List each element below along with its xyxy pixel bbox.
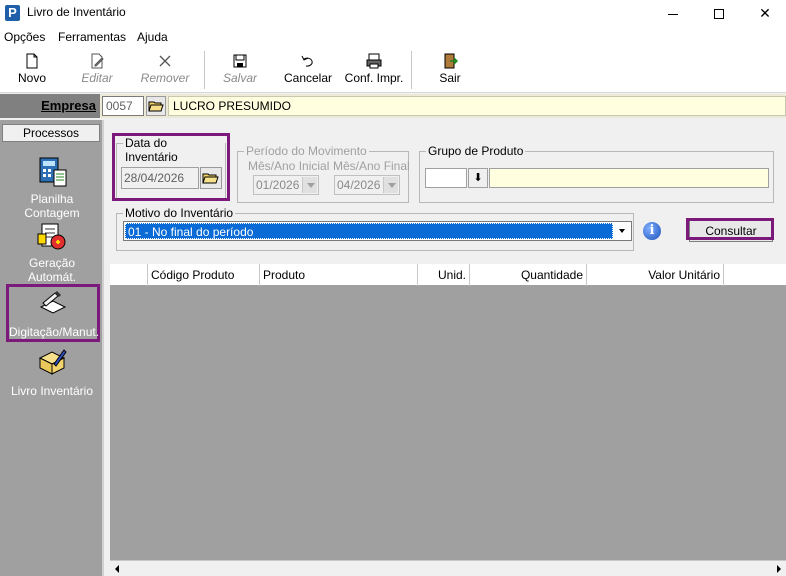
menu-opcoes[interactable]: Opções xyxy=(4,30,45,44)
grupo-produto-name-field xyxy=(489,168,769,188)
grid-col-quantidade[interactable]: Quantidade xyxy=(470,264,587,286)
mes-ano-inicial-value: 01/2026 xyxy=(256,178,300,192)
mes-ano-final-label: Mês/Ano Final xyxy=(333,159,410,173)
processos-sidebar: Processos Planilha Contagem Geração Auto… xyxy=(0,120,104,576)
sidebar-label-geracao: Geração Automát. xyxy=(27,256,77,284)
empresa-code-field[interactable]: 0057 xyxy=(102,96,144,116)
remove-x-icon xyxy=(159,55,171,67)
menu-ferramentas[interactable]: Ferramentas xyxy=(58,30,126,44)
remover-label: Remover xyxy=(140,71,190,85)
chevron-down-icon xyxy=(383,177,398,193)
scroll-left-icon[interactable] xyxy=(110,561,126,576)
mes-ano-final-select[interactable]: 04/2026 xyxy=(334,175,400,195)
motivo-inventario-value: 01 - No final do período xyxy=(125,223,613,239)
processos-header: Processos xyxy=(2,124,100,142)
grid-horizontal-scrollbar[interactable] xyxy=(110,560,786,576)
book-pen-icon xyxy=(38,349,67,375)
sidebar-item-geracao-automatica[interactable]: Geração Automát. xyxy=(4,220,100,284)
remover-button[interactable]: Remover xyxy=(136,47,194,93)
window-title: Livro de Inventário xyxy=(27,5,126,19)
info-icon[interactable]: i xyxy=(643,222,661,240)
main-panel: Data do Inventário 28/04/2026 Período do… xyxy=(106,120,786,576)
grid-col-produto[interactable]: Produto xyxy=(260,264,418,286)
maximize-button[interactable] xyxy=(696,0,742,27)
novo-button[interactable]: Novo xyxy=(6,47,58,93)
grid-col-valor-unitario[interactable]: Valor Unitário xyxy=(587,264,724,286)
printer-settings-icon xyxy=(366,53,382,69)
calculator-spreadsheet-icon xyxy=(39,157,67,187)
edit-document-icon xyxy=(91,53,104,69)
empresa-name-field: LUCRO PRESUMIDO xyxy=(168,96,786,116)
minimize-icon xyxy=(668,13,678,15)
menu-ajuda[interactable]: Ajuda xyxy=(137,30,168,44)
sidebar-item-livro-inventario[interactable]: Livro Inventário xyxy=(4,348,100,398)
new-document-icon xyxy=(26,53,38,69)
grid-col-codigo-produto[interactable]: Código Produto xyxy=(148,264,260,286)
sair-button[interactable]: Sair xyxy=(430,47,470,93)
conf-impr-label: Conf. Impr. xyxy=(344,71,404,85)
toolbar: Novo Editar Remover Salvar Cancelar Conf… xyxy=(0,47,786,93)
motivo-inventario-select[interactable]: 01 - No final do período xyxy=(123,221,632,241)
consultar-highlight xyxy=(686,218,774,240)
mes-ano-final-value: 04/2026 xyxy=(337,178,381,192)
mes-ano-inicial-label: Mês/Ano Inicial xyxy=(248,159,330,173)
grupo-produto-code-field[interactable] xyxy=(425,168,467,188)
salvar-button[interactable]: Salvar xyxy=(216,47,264,93)
data-inventario-highlight xyxy=(112,133,230,201)
grid-col-unid[interactable]: Unid. xyxy=(418,264,470,286)
sidebar-item-digitacao-manutencao[interactable]: Digitação/Manut. xyxy=(6,284,100,342)
toolbar-separator xyxy=(411,51,412,89)
auto-generate-icon xyxy=(37,223,66,250)
undo-arrow-icon xyxy=(301,55,313,67)
save-disk-icon xyxy=(233,54,247,68)
sidebar-label-digitacao: Digitação/Manut. xyxy=(9,325,100,339)
empresa-label: Empresa xyxy=(0,94,100,118)
chevron-down-icon xyxy=(302,177,317,193)
hand-writing-icon xyxy=(39,291,67,314)
empresa-lookup-button[interactable] xyxy=(146,96,166,116)
grid-col-selector xyxy=(110,264,148,286)
grupo-produto-lookup-button[interactable]: ⬇ xyxy=(468,168,488,188)
motivo-inventario-title: Motivo do Inventário xyxy=(123,206,236,220)
grid-col-extra[interactable] xyxy=(724,264,786,286)
grupo-produto-title: Grupo de Produto xyxy=(426,144,526,158)
sair-label: Sair xyxy=(439,71,461,85)
editar-label: Editar xyxy=(81,71,113,85)
sidebar-label-planilha: Planilha Contagem xyxy=(24,192,80,220)
toolbar-separator xyxy=(204,51,205,89)
editar-button[interactable]: Editar xyxy=(70,47,124,93)
mes-ano-inicial-select[interactable]: 01/2026 xyxy=(253,175,319,195)
salvar-label: Salvar xyxy=(222,71,257,85)
exit-door-icon xyxy=(444,53,458,69)
title-bar: P Livro de Inventário ✕ xyxy=(0,0,786,27)
close-icon: ✕ xyxy=(759,5,771,21)
minimize-button[interactable] xyxy=(650,0,696,27)
novo-label: Novo xyxy=(17,71,46,85)
grid-header: Código Produto Produto Unid. Quantidade … xyxy=(110,264,786,286)
cancelar-label: Cancelar xyxy=(283,71,333,85)
results-grid: Código Produto Produto Unid. Quantidade … xyxy=(110,264,786,576)
scroll-right-icon[interactable] xyxy=(770,561,786,576)
app-logo-icon: P xyxy=(5,5,20,21)
maximize-icon xyxy=(714,9,724,20)
chevron-down-icon xyxy=(615,223,630,239)
menu-bar: Opções Ferramentas Ajuda xyxy=(0,27,786,47)
cancelar-button[interactable]: Cancelar xyxy=(280,47,336,93)
periodo-movimento-title: Período do Movimento xyxy=(244,144,369,158)
download-arrow-icon: ⬇ xyxy=(473,172,483,184)
close-button[interactable]: ✕ xyxy=(742,0,786,27)
sidebar-label-livro: Livro Inventário xyxy=(10,384,94,398)
sidebar-item-planilha-contagem[interactable]: Planilha Contagem xyxy=(4,156,100,220)
empresa-row: Empresa 0057 LUCRO PRESUMIDO xyxy=(0,94,786,118)
conf-impr-button[interactable]: Conf. Impr. xyxy=(342,47,406,93)
folder-open-icon xyxy=(148,101,164,112)
